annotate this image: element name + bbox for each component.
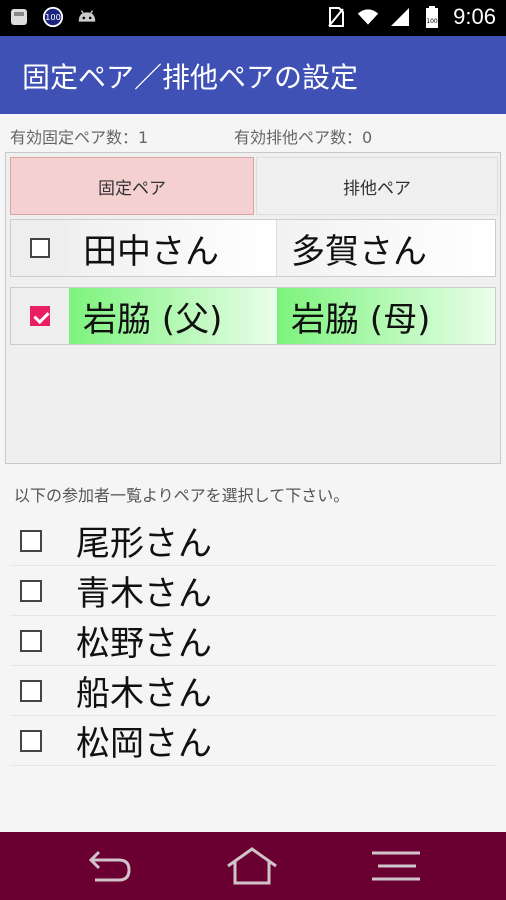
exclusive-pair-count: 有効排他ペア数：0 — [234, 128, 373, 147]
menu-icon — [372, 851, 420, 881]
home-button[interactable] — [222, 842, 282, 890]
pair-panel: 固定ペア 排他ペア 田中さん 多賀さん 岩脇 (父) 岩脇 (母) — [5, 152, 501, 464]
android-icon — [76, 6, 98, 28]
participant-checkbox[interactable] — [20, 679, 42, 702]
navigation-bar — [0, 832, 506, 900]
participant-checkbox[interactable] — [20, 629, 42, 652]
app-bar: 固定ペア／排他ペアの設定 — [0, 36, 506, 114]
participant-name: 青木さん — [76, 574, 212, 614]
pair-checkbox-cell[interactable] — [11, 220, 70, 276]
pair-row[interactable]: 岩脇 (父) 岩脇 (母) — [10, 287, 496, 345]
tab-exclusive-pair[interactable]: 排他ペア — [256, 157, 498, 215]
back-button[interactable] — [80, 842, 140, 890]
instruction-text: 以下の参加者一覧よりペアを選択して下さい。 — [14, 486, 350, 505]
list-item[interactable]: 松岡さん — [10, 716, 496, 766]
participant-name: 船木さん — [76, 674, 212, 714]
battery-icon: 100 — [421, 6, 443, 28]
status-bar: 100 100 9:06 — [0, 0, 506, 36]
participant-name: 尾形さん — [76, 524, 212, 564]
menu-button[interactable] — [366, 842, 426, 890]
svg-text:100: 100 — [45, 12, 61, 22]
svg-text:100: 100 — [426, 18, 438, 25]
participant-checkbox[interactable] — [20, 529, 42, 552]
no-sim-icon — [325, 6, 347, 28]
pair-checkbox-cell[interactable] — [11, 288, 70, 344]
pair-member-a: 田中さん — [69, 220, 277, 276]
signal-icon — [389, 6, 411, 28]
participant-name: 松岡さん — [76, 724, 212, 764]
pair-checkbox[interactable] — [30, 238, 50, 258]
participant-name: 松野さん — [76, 624, 212, 664]
pair-checkbox-checked[interactable] — [30, 306, 50, 326]
pair-member-a: 岩脇 (父) — [69, 288, 277, 344]
battery-100-badge-icon: 100 — [42, 6, 64, 28]
fixed-pair-count: 有効固定ペア数：1 — [10, 128, 149, 147]
participant-list: 尾形さん 青木さん 松野さん 船木さん 松岡さん — [10, 516, 496, 766]
pair-row[interactable]: 田中さん 多賀さん — [10, 219, 496, 277]
page-title: 固定ペア／排他ペアの設定 — [22, 61, 359, 94]
wifi-icon — [357, 6, 379, 28]
clock: 9:06 — [453, 4, 496, 29]
list-item[interactable]: 尾形さん — [10, 516, 496, 566]
pair-member-b: 多賀さん — [277, 220, 495, 276]
list-item[interactable]: 松野さん — [10, 616, 496, 666]
pair-counts: 有効固定ペア数：1 有効排他ペア数：0 — [10, 124, 500, 147]
participant-checkbox[interactable] — [20, 579, 42, 602]
participant-checkbox[interactable] — [20, 729, 42, 752]
home-icon — [227, 847, 277, 885]
list-item[interactable]: 船木さん — [10, 666, 496, 716]
app-notification-icon — [8, 6, 30, 28]
list-item[interactable]: 青木さん — [10, 566, 496, 616]
pair-member-b: 岩脇 (母) — [277, 288, 495, 344]
back-icon — [88, 850, 131, 882]
tab-fixed-pair[interactable]: 固定ペア — [10, 157, 254, 215]
